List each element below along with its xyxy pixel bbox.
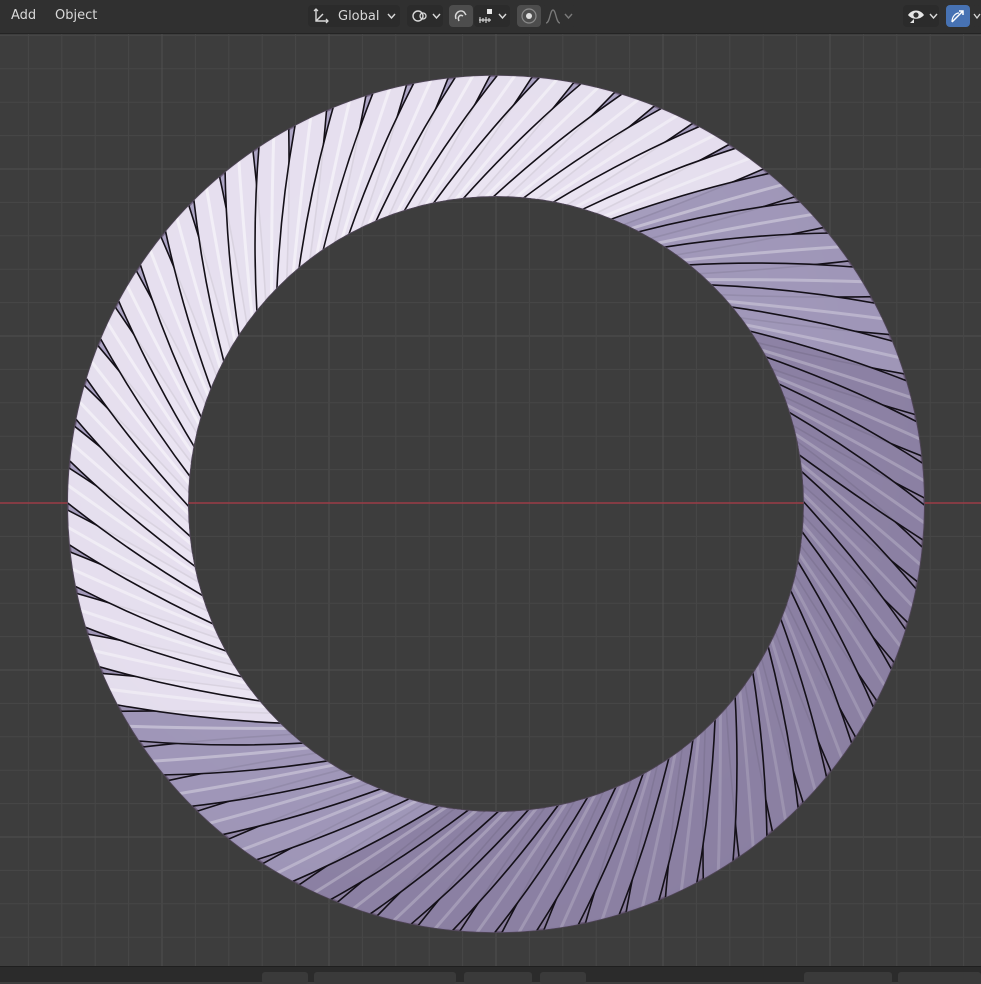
gizmo-icon [949,7,967,25]
falloff-dropdown[interactable] [542,5,576,27]
visibility-dropdown[interactable] [903,5,939,27]
timeline-header [0,966,981,984]
rope-strands [67,75,925,933]
keying-controls[interactable] [464,972,532,984]
falloff-curve-icon [544,7,562,25]
object-menu[interactable]: Object [49,0,103,32]
snap-increment-icon [477,7,495,25]
3d-viewport[interactable] [0,0,981,981]
playback-dropdown[interactable] [262,972,308,984]
chevron-down-icon [432,13,441,19]
playback-controls[interactable] [314,972,456,984]
pivot-point-dropdown[interactable] [407,5,443,27]
chevron-down-icon [387,13,397,19]
rope-inner-edge [187,195,805,813]
chevron-down-icon [564,13,573,19]
snap-toggle[interactable] [449,5,473,27]
chevron-down-icon [973,13,981,19]
viewport-header: Add Object Global [0,0,981,34]
auto-keying-toggle[interactable] [540,972,586,984]
gizmo-toggle[interactable] [946,5,970,27]
snap-magnet-icon [452,7,470,25]
transform-orientation-dropdown[interactable]: Global [308,5,400,27]
eye-icon [906,7,926,25]
current-frame-field[interactable] [804,972,892,984]
gizmo-dropdown[interactable] [972,5,981,27]
proportional-editing-icon [520,7,538,25]
pivot-point-icon [411,7,429,25]
chevron-down-icon [498,13,507,19]
frame-range-field[interactable] [898,972,981,984]
proportional-editing-toggle[interactable] [517,5,541,27]
chevron-down-icon [929,13,938,19]
snap-target-dropdown[interactable] [474,5,510,27]
transform-orientation-icon [312,7,330,25]
add-menu[interactable]: Add [5,0,42,32]
transform-orientation-label: Global [338,8,380,24]
rope-ring-object[interactable] [0,0,981,981]
